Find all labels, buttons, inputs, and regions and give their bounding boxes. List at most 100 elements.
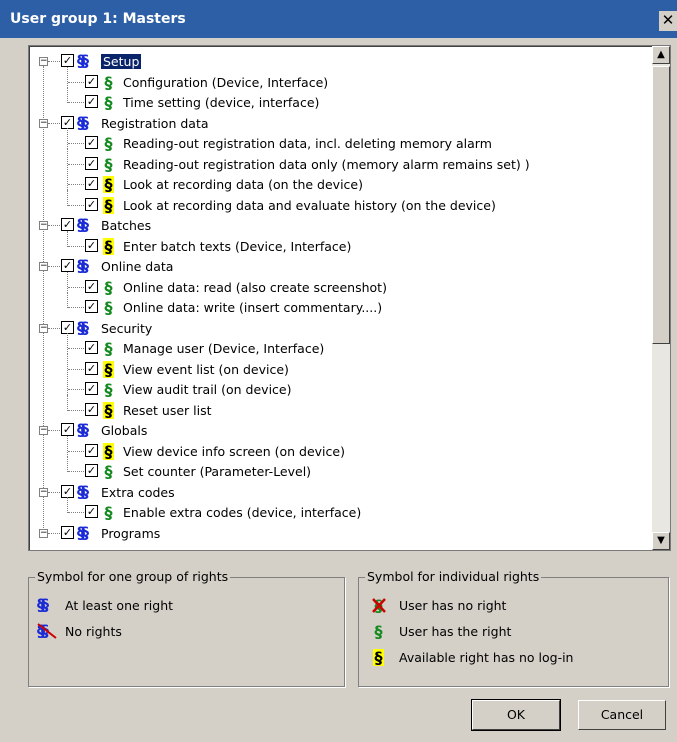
tree-line (68, 512, 84, 513)
tree-item-row[interactable]: ✓ § View event list (on device) (29, 353, 649, 380)
right-checkbox[interactable]: ✓ (85, 197, 98, 211)
legend-no-rights-label: No rights (65, 624, 122, 639)
right-checkbox[interactable]: ✓ (85, 300, 98, 313)
tree-item-row[interactable]: ✓ § View audit trail (on device) (29, 374, 649, 400)
tree-item-row[interactable]: ✓ § Time setting (device, interface) (29, 87, 649, 113)
right-checkbox[interactable]: ✓ (85, 238, 98, 252)
right-checkbox[interactable]: ✓ (85, 464, 98, 477)
legend-no-login-label: Available right has no log-in (399, 650, 574, 665)
group-rights-icon: §§ (77, 522, 97, 542)
scroll-down-icon[interactable]: ▼ (652, 532, 670, 550)
right-checkbox[interactable]: ✓ (85, 95, 98, 108)
tree-item-row[interactable]: ✓ § Reading-out registration data, incl. d… (29, 128, 649, 154)
group-checkbox[interactable]: ✓ (61, 320, 74, 334)
has-right-icon: § (104, 462, 113, 481)
tree-line (68, 348, 84, 349)
tree-item-row[interactable]: ✓ § Reset user list (29, 394, 649, 421)
right-checkbox[interactable]: ✓ (85, 156, 98, 170)
tree-line (67, 230, 68, 247)
group-checkbox[interactable]: ✓ (61, 484, 74, 498)
tree-group-label: Registration data (101, 115, 209, 131)
tree-item-row[interactable]: ✓ § Enter batch texts (Device, Interface) (29, 230, 649, 257)
legend-individual-title: Symbol for individual rights (365, 569, 542, 584)
right-checkbox[interactable]: ✓ (85, 341, 98, 354)
right-checkbox[interactable]: ✓ (85, 279, 98, 293)
tree-group-row[interactable]: − ✓ §§ Extra codes (29, 482, 649, 503)
no-login-right-icon: § (103, 400, 114, 420)
tree-item-row[interactable]: ✓ § Look at recording data (on the device) (29, 169, 649, 195)
collapse-icon[interactable]: − (39, 323, 48, 333)
tree-line (68, 471, 84, 472)
tree-item-label: View audit trail (on device) (123, 382, 292, 397)
tree-group-row[interactable]: − ✓ §§ Registration data (29, 113, 649, 134)
right-checkbox[interactable]: ✓ (85, 136, 98, 149)
tree-group-label: Setup (101, 54, 142, 69)
group-rights-icon: §§ (77, 113, 97, 132)
scroll-thumb[interactable] (652, 66, 670, 344)
group-checkbox[interactable]: ✓ (61, 259, 74, 272)
close-icon[interactable]: ✕ (659, 11, 677, 31)
collapse-icon[interactable]: − (39, 221, 48, 230)
collapse-icon[interactable]: − (39, 118, 48, 128)
tree-group-row[interactable]: − ✓ §§ Globals (29, 421, 649, 441)
no-right-icon: § (372, 597, 386, 614)
tree-group-row[interactable]: − ✓ §§ Setup (29, 52, 649, 72)
tree-item-row[interactable]: ✓ § Set counter (Parameter-Level) (29, 456, 649, 482)
right-checkbox[interactable]: ✓ (85, 177, 98, 190)
tree-item-row[interactable]: ✓ § Online data: read (also create screens… (29, 271, 649, 298)
group-checkbox[interactable]: ✓ (61, 54, 74, 67)
tree-line (48, 225, 60, 226)
tree-line (67, 169, 68, 190)
tree-item-label: Configuration (Device, Interface) (123, 74, 329, 90)
section-icon: § (41, 595, 49, 614)
tree-item-row[interactable]: ✓ § Look at recording data and evaluate hi… (29, 189, 649, 216)
cancel-button[interactable]: Cancel (578, 700, 666, 730)
tree-item-label: Enter batch texts (Device, Interface) (123, 238, 352, 254)
tree-item-row[interactable]: ✓ § View device info screen (on device) (29, 435, 649, 462)
tree-line (67, 271, 68, 293)
right-checkbox[interactable]: ✓ (85, 382, 98, 395)
group-checkbox[interactable]: ✓ (61, 218, 74, 231)
tree-group-row[interactable]: − ✓ §§ Online data (29, 257, 649, 277)
tree-group-row[interactable]: − ✓ §§ Security (29, 318, 649, 339)
tree-item-row[interactable]: ✓ § Enable extra codes (device, interface) (29, 497, 649, 523)
tree-group-row[interactable]: − ✓ §§ Batches (29, 216, 649, 236)
group-checkbox[interactable]: ✓ (61, 115, 74, 129)
has-right-icon: § (374, 622, 383, 641)
collapse-icon[interactable]: − (39, 57, 48, 66)
right-checkbox[interactable]: ✓ (85, 505, 98, 518)
group-checkbox[interactable]: ✓ (61, 525, 74, 539)
tree-line (68, 307, 84, 308)
tree-line (67, 353, 68, 375)
window-title: User group 1: Masters (10, 11, 186, 27)
section-icon: § (81, 256, 89, 275)
right-checkbox[interactable]: ✓ (85, 361, 98, 375)
tree-item-row[interactable]: ✓ § Manage user (Device, Interface) (29, 333, 649, 359)
collapse-icon[interactable]: − (39, 528, 48, 538)
right-checkbox[interactable]: ✓ (85, 443, 98, 457)
rights-tree-view[interactable]: − ✓ §§ Setup ✓ § Configuration (Device, Interf… (28, 45, 671, 551)
right-checkbox[interactable]: ✓ (85, 402, 98, 416)
vertical-scrollbar[interactable]: ▲ ▼ (652, 46, 670, 550)
tree-item-row[interactable]: ✓ § Online data: write (insert commentary.… (29, 292, 649, 318)
collapse-icon[interactable]: − (39, 487, 48, 497)
tree-group-label: Programs (101, 525, 161, 541)
tree-line (67, 148, 68, 170)
legend-at-least-one-label: At least one right (65, 598, 174, 613)
tree-item-label: View device info screen (on device) (123, 443, 345, 459)
right-checkbox[interactable]: ✓ (85, 74, 98, 88)
has-right-icon: § (104, 339, 113, 358)
tree-line (48, 430, 60, 431)
tree-item-row[interactable]: ✓ § Configuration (Device, Interface) (29, 66, 649, 93)
tree-item-label: Online data: read (also create screensho… (123, 279, 387, 295)
tree-line (67, 128, 68, 149)
tree-line (48, 532, 60, 534)
collapse-icon[interactable]: − (39, 262, 48, 271)
scroll-up-icon[interactable]: ▲ (652, 46, 670, 64)
collapse-icon[interactable]: − (39, 426, 48, 435)
group-checkbox[interactable]: ✓ (61, 423, 74, 436)
section-icon: § (81, 522, 89, 542)
tree-item-row[interactable]: ✓ § Reading-out registration data only (me… (29, 148, 649, 175)
tree-group-row[interactable]: − ✓ §§ Programs (29, 522, 649, 544)
ok-button[interactable]: OK (471, 699, 561, 731)
